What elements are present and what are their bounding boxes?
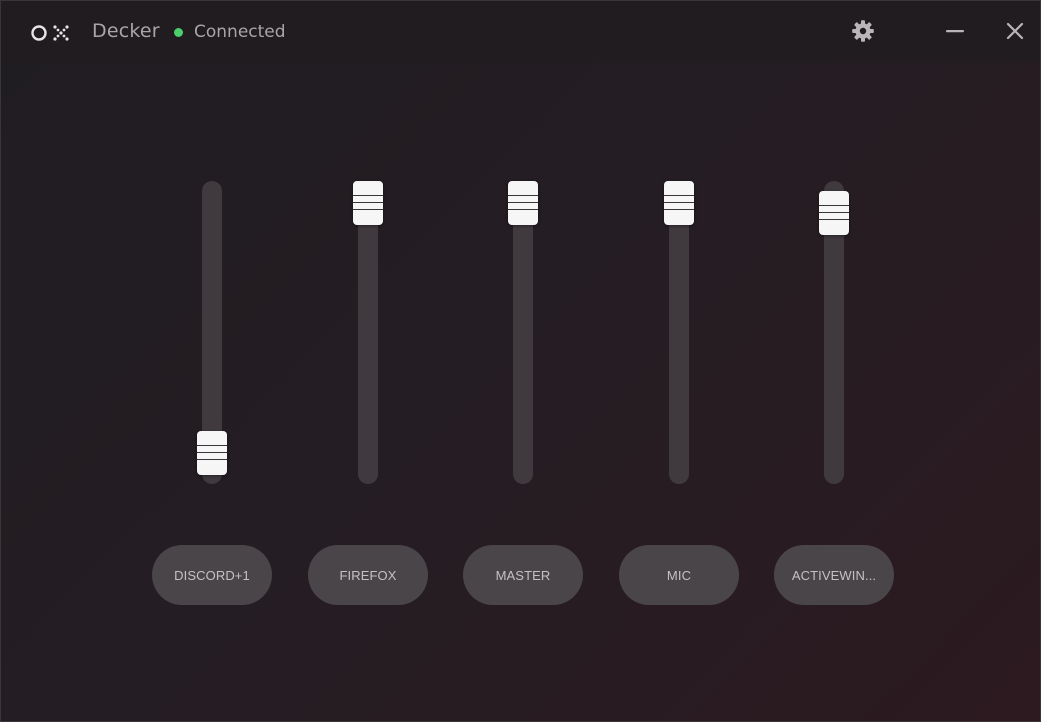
thumb-grip-line xyxy=(353,202,383,203)
thumb-grip-line xyxy=(353,209,383,210)
thumb-grip-line xyxy=(819,212,849,213)
thumb-grip-line xyxy=(197,452,227,453)
thumb-grip-line xyxy=(508,195,538,196)
thumb-grip-line xyxy=(508,202,538,203)
channel-label-button[interactable]: FIREFOX xyxy=(308,545,428,605)
thumb-grip-line xyxy=(664,195,694,196)
volume-slider-thumb[interactable] xyxy=(197,431,227,475)
channel-strip: FIREFOX xyxy=(308,181,428,605)
channel-strip: MIC xyxy=(619,181,739,605)
thumb-grip-line xyxy=(819,205,849,206)
thumb-grip-line xyxy=(508,209,538,210)
thumb-grip-line xyxy=(353,195,383,196)
channel-label-button[interactable]: DISCORD+1 xyxy=(152,545,272,605)
thumb-grip-line xyxy=(664,209,694,210)
channel-label-button[interactable]: ACTIVEWIN... xyxy=(774,545,894,605)
channel-strip: ACTIVEWIN... xyxy=(774,181,894,605)
volume-slider-track[interactable] xyxy=(513,181,533,484)
channel-strip: DISCORD+1 xyxy=(152,181,272,605)
volume-slider-track[interactable] xyxy=(358,181,378,484)
volume-slider-thumb[interactable] xyxy=(819,191,849,235)
volume-slider-thumb[interactable] xyxy=(353,181,383,225)
thumb-grip-line xyxy=(664,202,694,203)
thumb-grip-line xyxy=(197,459,227,460)
volume-slider-thumb[interactable] xyxy=(664,181,694,225)
thumb-grip-line xyxy=(197,445,227,446)
channel-strip: MASTER xyxy=(463,181,583,605)
channel-label-button[interactable]: MASTER xyxy=(463,545,583,605)
volume-slider-track[interactable] xyxy=(669,181,689,484)
mixer-panel: DISCORD+1 FIREFOX MASTER MIC ACTIVEWIN... xyxy=(1,1,1040,721)
channel-label-button[interactable]: MIC xyxy=(619,545,739,605)
thumb-grip-line xyxy=(819,219,849,220)
app-window: Decker Connected DISCORD+1 FIREFOX MASTE… xyxy=(0,0,1041,722)
volume-slider-thumb[interactable] xyxy=(508,181,538,225)
